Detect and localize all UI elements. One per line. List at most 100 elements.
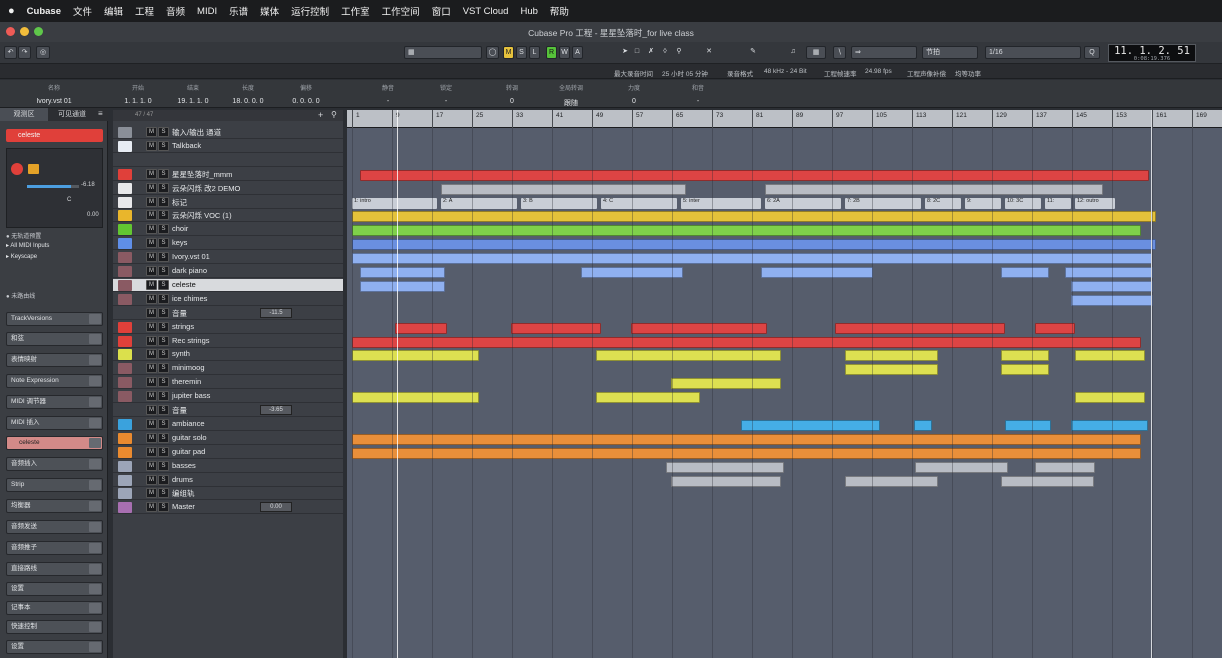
solo-button[interactable]: S bbox=[158, 266, 169, 276]
track-color-swatch[interactable] bbox=[118, 418, 132, 430]
marker-event[interactable]: 3: B bbox=[521, 197, 597, 209]
track-row[interactable]: M Stheremin bbox=[113, 376, 343, 390]
mute-button[interactable]: M bbox=[146, 210, 157, 221]
track-row[interactable]: M S Talkback bbox=[113, 140, 343, 153]
solo-button[interactable]: S bbox=[158, 488, 169, 499]
event-clip[interactable] bbox=[1035, 322, 1075, 334]
track-color-swatch[interactable] bbox=[118, 502, 132, 514]
track-row[interactable]: M Skeys bbox=[113, 237, 343, 251]
event-clip[interactable] bbox=[441, 183, 686, 195]
section-toggle-icon[interactable] bbox=[89, 376, 101, 386]
ruler-tick[interactable]: 41 bbox=[552, 110, 563, 128]
ruler-tick[interactable]: 161 bbox=[1152, 110, 1167, 128]
event-clip[interactable] bbox=[360, 169, 1149, 181]
track-color-swatch[interactable] bbox=[118, 391, 132, 403]
section-toggle-icon[interactable] bbox=[89, 438, 101, 448]
menu-studio[interactable]: 工作室 bbox=[341, 4, 370, 18]
track-name[interactable]: Talkback bbox=[172, 141, 201, 150]
event-clip[interactable] bbox=[761, 267, 873, 278]
inspector-section-9[interactable]: 均衡器 bbox=[6, 499, 103, 513]
track-row[interactable]: M Schoir bbox=[113, 223, 343, 237]
section-toggle-icon[interactable] bbox=[89, 564, 101, 574]
ruler-tick[interactable]: 113 bbox=[912, 110, 926, 128]
track-name[interactable]: 音量 bbox=[172, 405, 187, 416]
mute-button[interactable]: M bbox=[146, 363, 157, 374]
inspector-section-15[interactable]: 快速控制 bbox=[6, 620, 103, 634]
marker-event[interactable]: 12: outro bbox=[1075, 197, 1115, 209]
event-clip[interactable] bbox=[511, 322, 601, 334]
mute-button[interactable]: M bbox=[146, 405, 157, 415]
event-clip[interactable] bbox=[765, 183, 1103, 195]
section-toggle-icon[interactable] bbox=[89, 584, 101, 594]
solo-button[interactable]: S bbox=[158, 474, 169, 485]
solo-button[interactable]: S bbox=[158, 418, 169, 429]
mute-button[interactable]: M bbox=[146, 335, 157, 346]
solo-button[interactable]: S bbox=[158, 321, 169, 332]
tool-draw-icon[interactable]: ✎ bbox=[748, 46, 758, 59]
record-mode-button[interactable]: ◯ bbox=[486, 46, 499, 59]
solo-button[interactable]: S bbox=[158, 224, 169, 235]
menu-audio[interactable]: 音频 bbox=[166, 4, 185, 18]
ruler-tick[interactable]: 145 bbox=[1072, 110, 1087, 128]
info-field-2[interactable]: 结束 19. 1. 1. 0 bbox=[167, 83, 219, 105]
snap-mode-select[interactable]: 节拍 bbox=[922, 46, 978, 59]
menu-help[interactable]: 帮助 bbox=[550, 4, 569, 18]
inspector-section-0[interactable]: TrackVersions bbox=[6, 312, 103, 326]
inspector-section-16[interactable]: 设置 bbox=[6, 640, 103, 654]
mute-button[interactable]: M bbox=[146, 349, 157, 360]
inspector-section-11[interactable]: 音频推子 bbox=[6, 541, 103, 555]
solo-button[interactable]: S bbox=[158, 168, 169, 179]
menu-workspaces[interactable]: 工作空间 bbox=[382, 4, 420, 18]
ruler-tick[interactable]: 153 bbox=[1112, 110, 1127, 128]
mute-button[interactable]: M bbox=[146, 293, 157, 304]
ruler-tick[interactable]: 137 bbox=[1032, 110, 1047, 128]
ruler-tick[interactable]: 73 bbox=[712, 110, 723, 128]
section-toggle-icon[interactable] bbox=[89, 334, 101, 344]
track-name[interactable]: 编组轨 bbox=[172, 488, 195, 499]
solo-button[interactable]: S bbox=[158, 252, 169, 263]
track-row[interactable]: M S 云朵闪烁 VOC (1) bbox=[113, 209, 343, 223]
track-color-swatch[interactable] bbox=[118, 488, 132, 500]
ruler-tick[interactable]: 49 bbox=[592, 110, 603, 128]
marker-event[interactable]: 4: C bbox=[601, 197, 677, 209]
frame-rate-value[interactable]: 24.98 fps bbox=[865, 68, 892, 75]
track-color-swatch[interactable] bbox=[118, 446, 132, 458]
marker-event[interactable]: 9: bbox=[965, 197, 1001, 209]
delay-value[interactable]: 0.00 bbox=[87, 212, 99, 218]
solo-button[interactable]: S bbox=[158, 140, 169, 151]
track-row[interactable]: M Sminimoog bbox=[113, 362, 343, 376]
track-color-swatch[interactable] bbox=[118, 140, 132, 152]
apple-icon[interactable]: ● bbox=[8, 5, 15, 17]
menu-app[interactable]: Cubase bbox=[27, 6, 61, 17]
mute-button[interactable]: M bbox=[146, 460, 157, 471]
mute-button[interactable]: M bbox=[146, 279, 157, 290]
info-field-1[interactable]: 开始 1. 1. 1. 0 bbox=[112, 83, 164, 105]
track-volume-field[interactable]: -11.5 bbox=[260, 307, 292, 318]
track-row[interactable]: M Sguitar solo bbox=[113, 432, 343, 445]
track-color-swatch[interactable] bbox=[118, 321, 132, 333]
solo-button[interactable]: S bbox=[158, 391, 169, 402]
info-field-4[interactable]: 偏移 0. 0. 0. 0 bbox=[280, 83, 332, 105]
section-toggle-icon[interactable] bbox=[89, 522, 101, 532]
track-name[interactable]: Ivory.vst 01 bbox=[172, 252, 210, 261]
solo-button[interactable]: S bbox=[158, 182, 169, 193]
track-row[interactable]: M S 星星坠落时_mmm bbox=[113, 168, 343, 181]
pan-value[interactable]: C bbox=[67, 197, 71, 203]
event-clip[interactable] bbox=[1075, 350, 1145, 362]
solo-button[interactable]: S bbox=[158, 502, 169, 513]
event-clip[interactable] bbox=[835, 322, 1005, 334]
tool-range-icon[interactable]: □ bbox=[632, 46, 642, 59]
marker-event[interactable]: 7: 2B bbox=[845, 197, 921, 209]
track-name[interactable]: theremin bbox=[172, 377, 201, 386]
section-toggle-icon[interactable] bbox=[89, 397, 101, 407]
track-row[interactable]: M Sdrums bbox=[113, 474, 343, 487]
track-name[interactable]: celeste bbox=[172, 280, 196, 289]
section-toggle-icon[interactable] bbox=[89, 603, 101, 613]
track-row[interactable]: M S 音量 bbox=[113, 404, 343, 417]
frame-rate-label[interactable]: 工程帧速率 bbox=[824, 68, 857, 78]
track-name[interactable]: dark piano bbox=[172, 266, 207, 275]
ruler-tick[interactable]: 17 bbox=[432, 110, 443, 128]
menu-media[interactable]: 媒体 bbox=[260, 4, 279, 18]
tool-erase-icon[interactable]: ✕ bbox=[704, 46, 714, 59]
constrain-delay-button[interactable]: ◎ bbox=[36, 46, 50, 59]
